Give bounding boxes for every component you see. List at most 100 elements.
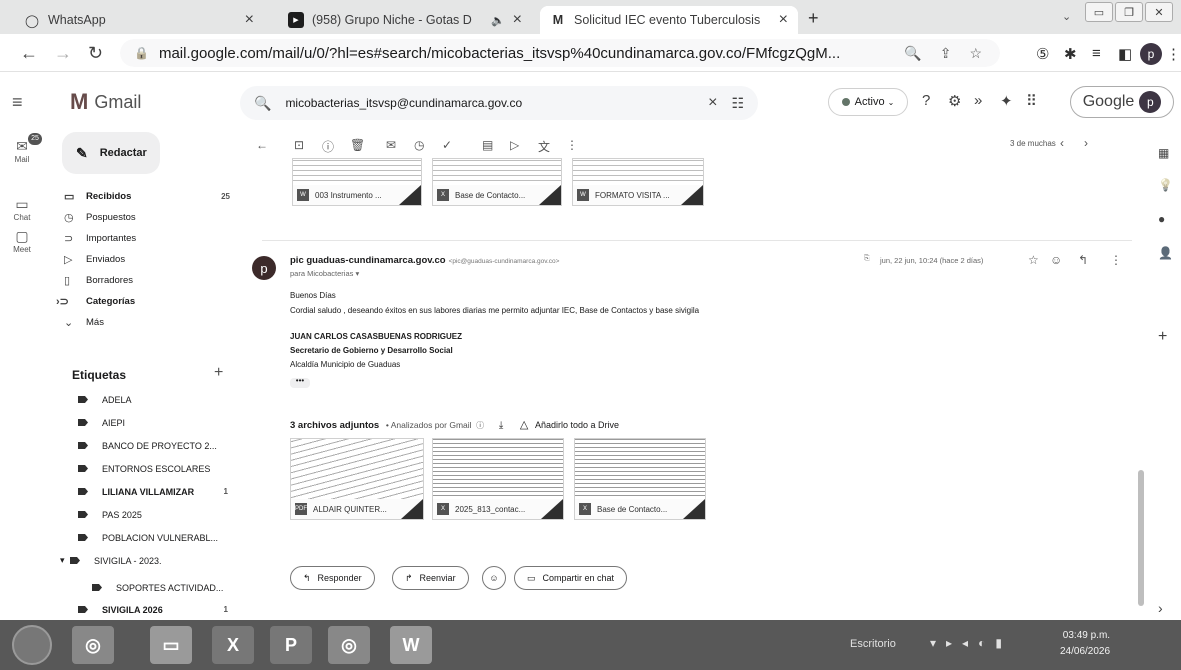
google-account-button[interactable]: Google p xyxy=(1070,86,1174,118)
label-item[interactable]: ADELA xyxy=(68,388,228,411)
restore-icon[interactable]: ❐ xyxy=(1115,2,1143,22)
contacts-icon[interactable]: 👤 xyxy=(1158,246,1173,260)
apps-grid-icon[interactable]: ⠿ xyxy=(1026,92,1037,110)
forward-button[interactable]: ↱ Reenviar xyxy=(392,566,469,590)
get-addons-icon[interactable]: + xyxy=(1158,328,1167,346)
move-to-icon[interactable]: ▤ xyxy=(482,138,493,152)
close-icon[interactable]: × xyxy=(513,11,522,29)
status-selector[interactable]: Activo ⌄ xyxy=(828,88,908,116)
label-item[interactable]: ▾ SIVIGILA - 2023. xyxy=(60,549,220,572)
add-to-tasks-icon[interactable]: ✓ xyxy=(442,138,452,152)
reload-icon[interactable]: ↻ xyxy=(88,43,103,64)
calendar-icon[interactable]: ▦ xyxy=(1158,146,1169,160)
label-item[interactable]: PAS 2025 xyxy=(68,503,228,526)
extension-icon[interactable]: ⑤ xyxy=(1036,45,1049,63)
tasks-icon[interactable]: ● xyxy=(1158,212,1165,226)
gmail-logo[interactable]: M Gmail xyxy=(70,89,141,115)
speaker-icon[interactable]: 🔈 xyxy=(491,14,505,27)
mail-search-bar[interactable]: 🔍 micobacterias_itsvsp@cundinamarca.gov.… xyxy=(240,86,758,120)
sidebar-item-drafts[interactable]: ▯ Borradores xyxy=(64,270,230,291)
tab-gmail[interactable]: M Solicitud IEC evento Tuberculosis × xyxy=(540,6,798,34)
minimize-icon[interactable]: ▭ xyxy=(1085,2,1113,22)
share-in-chat-button[interactable]: ▭ Compartir en chat xyxy=(514,566,628,590)
sidebar-item-inbox[interactable]: ▭ Recibidos 25 xyxy=(64,186,230,207)
powerpoint-taskbar-icon[interactable]: P xyxy=(270,626,312,664)
add-label-icon[interactable]: + xyxy=(214,364,223,382)
back-icon[interactable]: ← xyxy=(20,43,38,64)
help-icon[interactable]: ? xyxy=(922,92,930,109)
attachment-thumbnail[interactable]: W FORMATO VISITA ... xyxy=(572,158,704,206)
older-icon[interactable]: › xyxy=(1084,136,1088,150)
chrome-taskbar-icon[interactable]: ◎ xyxy=(72,626,114,664)
emoji-react-button[interactable]: ☺ xyxy=(482,566,506,590)
star-icon[interactable]: ☆ xyxy=(1028,253,1039,267)
sender-name[interactable]: pic guaduas-cundinamarca.gov.co xyxy=(290,255,446,266)
sidebar-item-sent[interactable]: ▷ Enviados xyxy=(64,249,230,270)
sidebar-item-categories[interactable]: ›⊃ Categorías xyxy=(56,291,222,312)
share-icon[interactable]: ⇪ xyxy=(940,45,952,62)
label-item[interactable]: LILIANA VILLAMIZAR 1 xyxy=(68,480,228,503)
snooze-icon[interactable]: ◷ xyxy=(414,138,424,152)
archive-icon[interactable]: ⊡ xyxy=(294,138,304,152)
label-item[interactable]: BANCO DE PROYECTO 2... xyxy=(68,434,228,457)
excel-taskbar-icon[interactable]: X xyxy=(212,626,254,664)
close-window-icon[interactable]: ✕ xyxy=(1145,2,1173,22)
report-spam-icon[interactable]: ⓘ xyxy=(322,138,334,155)
rail-meet[interactable]: ▢ Meet xyxy=(0,228,44,254)
forward-icon[interactable]: → xyxy=(54,43,72,64)
recipient-line[interactable]: para Micobacterias ▾ xyxy=(290,269,359,278)
address-bar[interactable]: 🔒 mail.google.com/mail/u/0/?hl=es#search… xyxy=(120,39,1000,67)
reply-button[interactable]: ↰ Responder xyxy=(290,566,375,590)
start-button[interactable] xyxy=(12,625,52,665)
attachment-thumbnail[interactable]: X Base de Contacto... xyxy=(432,158,562,206)
sidebar-item-snoozed[interactable]: ◷ Pospuestos xyxy=(64,207,230,228)
search-query[interactable]: micobacterias_itsvsp@cundinamarca.gov.co xyxy=(285,96,708,110)
attachment-thumbnail[interactable]: X Base de Contacto... xyxy=(574,438,706,520)
reply-icon[interactable]: ↰ xyxy=(1078,253,1088,267)
clear-search-icon[interactable]: × xyxy=(708,94,717,112)
search-icon[interactable]: 🔍 xyxy=(254,95,271,112)
keep-icon[interactable]: 💡 xyxy=(1158,178,1173,192)
new-tab-icon[interactable]: + xyxy=(808,8,819,29)
label-item[interactable]: SOPORTES ACTIVIDAD... xyxy=(82,576,242,599)
gemini-icon[interactable]: » xyxy=(974,92,982,109)
label-icon[interactable]: ▷ xyxy=(510,138,519,152)
attachment-thumbnail[interactable]: PDF ALDAIR QUINTER... xyxy=(290,438,424,520)
sparkle-icon[interactable]: ✦ xyxy=(1000,92,1013,110)
scrollbar-thumb[interactable] xyxy=(1138,470,1144,606)
zoom-icon[interactable]: 🔍 xyxy=(904,45,921,62)
label-item[interactable]: SIVIGILA 2026 1 xyxy=(68,598,228,621)
sender-avatar[interactable]: p xyxy=(252,256,276,280)
search-options-icon[interactable]: ☷ xyxy=(731,95,744,112)
tab-youtube[interactable]: ▶ (958) Grupo Niche - Gotas D 🔈 × xyxy=(278,6,532,34)
tray-icons[interactable]: ▾▸◂◐▮ xyxy=(930,636,1012,650)
bookmark-star-icon[interactable]: ☆ xyxy=(969,45,982,62)
show-trimmed-content-button[interactable]: ••• xyxy=(290,377,310,388)
expand-side-panel-icon[interactable]: › xyxy=(1158,600,1163,616)
compose-button[interactable]: ✎ Redactar xyxy=(62,132,160,174)
close-icon[interactable]: × xyxy=(245,11,254,29)
close-icon[interactable]: × xyxy=(779,11,788,29)
extensions-puzzle-icon[interactable]: ✱ xyxy=(1064,45,1077,63)
drive-icon[interactable]: △ xyxy=(520,419,528,431)
label-item[interactable]: POBLACION VULNERABL... xyxy=(68,526,228,549)
message-more-icon[interactable]: ⋮ xyxy=(1110,253,1122,267)
newer-icon[interactable]: ‹ xyxy=(1060,136,1064,150)
main-menu-icon[interactable]: ≡ xyxy=(12,92,23,113)
attachment-thumbnail[interactable]: X 2025_813_contac... xyxy=(432,438,564,520)
info-icon[interactable]: ⓘ xyxy=(476,421,484,430)
mark-unread-icon[interactable]: ✉ xyxy=(386,138,396,152)
download-all-icon[interactable]: ⤓ xyxy=(499,420,503,431)
rail-chat[interactable]: ▭ Chat xyxy=(0,196,44,222)
tab-search-icon[interactable]: ⌄ xyxy=(1062,10,1071,23)
add-all-to-drive[interactable]: Añadirlo todo a Drive xyxy=(535,420,619,430)
more-options-icon[interactable]: ⋮ xyxy=(566,138,578,152)
sidebar-item-important[interactable]: ⊃ Importantes xyxy=(64,228,230,249)
desktop-toolbar-label[interactable]: Escritorio xyxy=(850,638,896,650)
profile-avatar[interactable]: p xyxy=(1140,43,1162,65)
emoji-reaction-icon[interactable]: ☺ xyxy=(1050,253,1062,267)
tab-whatsapp[interactable]: ◯ WhatsApp × xyxy=(14,6,264,34)
delete-icon[interactable]: 🗑 xyxy=(350,138,365,152)
label-item[interactable]: AIEPI xyxy=(68,411,228,434)
settings-gear-icon[interactable]: ⚙ xyxy=(948,92,961,110)
